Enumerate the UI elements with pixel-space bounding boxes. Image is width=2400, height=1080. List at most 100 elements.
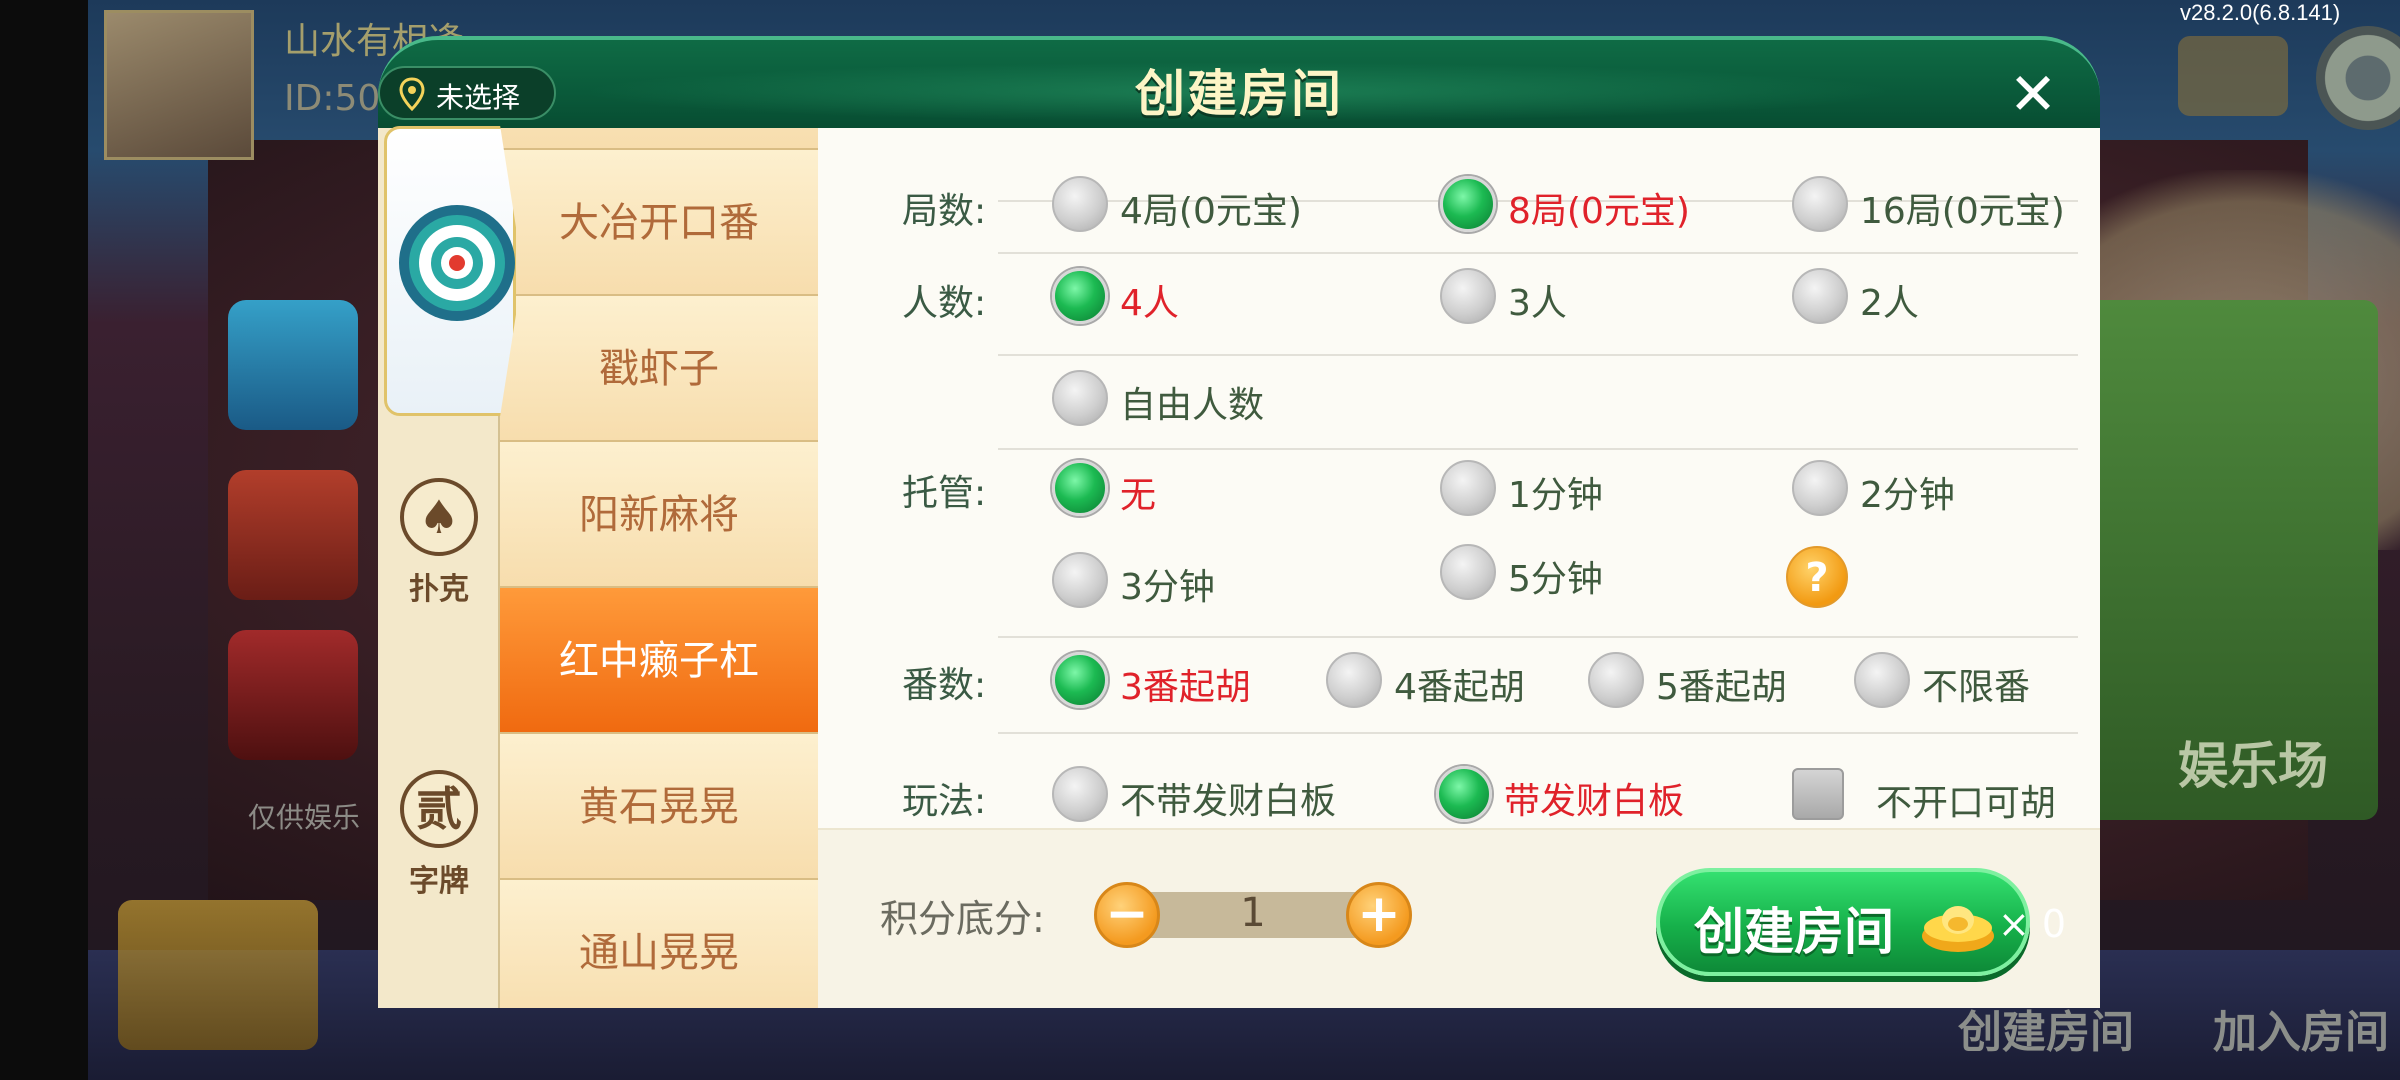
radio-button[interactable] xyxy=(1792,460,1848,516)
lobby-join-room: 加入房间 xyxy=(2213,1007,2389,1058)
tab-poker[interactable]: ♠ 扑克 xyxy=(378,420,500,710)
radio-button[interactable] xyxy=(1854,652,1910,708)
radio-button[interactable] xyxy=(1052,766,1108,822)
option-label: 无 xyxy=(1120,475,1157,516)
players-option-free[interactable]: 自由人数 xyxy=(1052,370,1312,430)
fan-option-unlimited[interactable]: 不限番 xyxy=(1854,652,2074,712)
rounds-option-16[interactable]: 16局(0元宝) xyxy=(1792,176,2092,236)
auto-play-option-5min[interactable]: 5分钟 xyxy=(1440,544,1660,604)
option-label: 3番起胡 xyxy=(1120,667,1251,708)
tab-poker-label: 扑克 xyxy=(409,572,469,607)
list-item[interactable] xyxy=(500,128,818,150)
game-tile-icon xyxy=(228,630,358,760)
radio-button[interactable] xyxy=(1052,176,1108,232)
option-label: 4番起胡 xyxy=(1394,667,1525,708)
cost-label: × 0 xyxy=(1998,902,2067,946)
rules-option-no-facai[interactable]: 不带发财白板 xyxy=(1052,766,1372,826)
game-item-huangshi-huanghuang[interactable]: 黄石晃晃 xyxy=(500,734,818,880)
fan-label: 番数: xyxy=(902,665,987,706)
auto-play-option-2min[interactable]: 2分钟 xyxy=(1792,460,2012,520)
players-option-4[interactable]: 4人 xyxy=(1052,268,1252,328)
close-button[interactable]: ✕ xyxy=(2003,64,2063,124)
location-selector[interactable]: 未选择 xyxy=(378,66,556,120)
game-item-chuoxiazi[interactable]: 戳虾子 xyxy=(500,296,818,442)
option-label: 3人 xyxy=(1508,283,1567,324)
radio-button[interactable] xyxy=(1440,176,1496,232)
rules-option-bukaikou[interactable]: 不开口可胡 xyxy=(1792,768,2082,828)
radio-button[interactable] xyxy=(1440,460,1496,516)
tab-zipai-label: 字牌 xyxy=(409,864,469,899)
tab-zipai[interactable]: 贰 字牌 xyxy=(378,712,500,1002)
fan-option-4[interactable]: 4番起胡 xyxy=(1326,652,1566,712)
auto-play-option-none[interactable]: 无 xyxy=(1052,460,1252,520)
game-list: 大冶开口番 戳虾子 阳新麻将 红中癞子杠 黄石晃晃 通山晃晃 xyxy=(500,128,818,1008)
radio-button[interactable] xyxy=(1436,766,1492,822)
game-item-dayekaikoufan[interactable]: 大冶开口番 xyxy=(500,150,818,296)
game-item-hongzhong-laizigang[interactable]: 红中癞子杠 xyxy=(500,588,818,734)
game-item-yangxin-mahjong[interactable]: 阳新麻将 xyxy=(500,442,818,588)
rules-option-facai[interactable]: 带发财白板 xyxy=(1436,766,1736,826)
game-tile-icon xyxy=(228,470,358,600)
options-panel: 局数: 4局(0元宝) 8局(0元宝) 16局(0元宝) 人数: 4人 3人 2… xyxy=(818,128,2100,828)
help-icon[interactable]: ? xyxy=(1786,546,1848,608)
divider xyxy=(998,354,2078,356)
auto-play-label: 托管: xyxy=(902,473,987,514)
radio-button[interactable] xyxy=(1792,176,1848,232)
game-tile-icon xyxy=(228,300,358,430)
user-id: ID:50 xyxy=(284,78,381,119)
option-label: 8局(0元宝) xyxy=(1508,191,1690,232)
option-label: 2分钟 xyxy=(1860,475,1955,516)
score-value: 1 xyxy=(1240,890,1266,936)
version-label: v28.2.0(6.8.141) xyxy=(2180,0,2341,25)
auto-play-option-3min[interactable]: 3分钟 xyxy=(1052,552,1272,612)
rounds-option-8[interactable]: 8局(0元宝) xyxy=(1440,176,1730,236)
divider xyxy=(998,732,2078,734)
auto-play-option-1min[interactable]: 1分钟 xyxy=(1440,460,1660,520)
plus-button[interactable]: + xyxy=(1346,882,1412,948)
tab-mahjong[interactable] xyxy=(384,126,516,416)
rules-label: 玩法: xyxy=(902,781,987,822)
radio-button[interactable] xyxy=(1440,544,1496,600)
checkbox[interactable] xyxy=(1792,768,1844,820)
location-pin-icon xyxy=(399,77,425,111)
mountain-icon xyxy=(2178,36,2288,116)
fan-option-3[interactable]: 3番起胡 xyxy=(1052,652,1292,712)
fan-option-5[interactable]: 5番起胡 xyxy=(1588,652,1828,712)
radio-button[interactable] xyxy=(1588,652,1644,708)
rounds-option-4[interactable]: 4局(0元宝) xyxy=(1052,176,1312,236)
score-stepper: 1 − + xyxy=(1094,882,1412,948)
radio-button[interactable] xyxy=(1052,460,1108,516)
option-label: 5番起胡 xyxy=(1656,667,1787,708)
zipai-icon: 贰 xyxy=(400,770,478,848)
option-label: 不限番 xyxy=(1922,667,2031,708)
mahjong-tile-icon xyxy=(399,205,515,321)
radio-button[interactable] xyxy=(1052,268,1108,324)
game-item-tongshan-huanghuang[interactable]: 通山晃晃 xyxy=(500,880,818,1008)
option-label: 不带发财白板 xyxy=(1120,781,1337,822)
players-option-3[interactable]: 3人 xyxy=(1440,268,1640,328)
option-label: 不开口可胡 xyxy=(1876,783,2057,824)
minus-button[interactable]: − xyxy=(1094,882,1160,948)
radio-button[interactable] xyxy=(1052,552,1108,608)
option-label: 3分钟 xyxy=(1120,567,1215,608)
create-room-dialog: 创建房间 未选择 ✕ ♠ 扑克 贰 字牌 大冶开口番 戳虾子 阳新麻将 红中癞子… xyxy=(378,36,2100,1010)
radio-button[interactable] xyxy=(1052,370,1108,426)
gold-ingot-icon xyxy=(1922,906,1994,952)
radio-button[interactable] xyxy=(1052,652,1108,708)
radio-button[interactable] xyxy=(1326,652,1382,708)
dialog-title: 创建房间 xyxy=(1135,65,1343,123)
rounds-label: 局数: xyxy=(902,191,987,232)
divider xyxy=(998,252,2078,254)
option-label: 4局(0元宝) xyxy=(1120,191,1302,232)
option-label: 16局(0元宝) xyxy=(1860,191,2065,232)
spade-icon: ♠ xyxy=(400,478,478,556)
option-label: 5分钟 xyxy=(1508,559,1603,600)
radio-button[interactable] xyxy=(1440,268,1496,324)
create-room-button[interactable]: 创建房间 × 0 xyxy=(1656,868,2066,976)
dialog-header: 创建房间 未选择 ✕ xyxy=(378,36,2100,136)
radio-button[interactable] xyxy=(1792,268,1848,324)
divider xyxy=(998,636,2078,638)
players-option-2[interactable]: 2人 xyxy=(1792,268,1992,328)
players-label: 人数: xyxy=(902,283,987,324)
lobby-notice: 仅供娱乐 xyxy=(248,801,361,834)
